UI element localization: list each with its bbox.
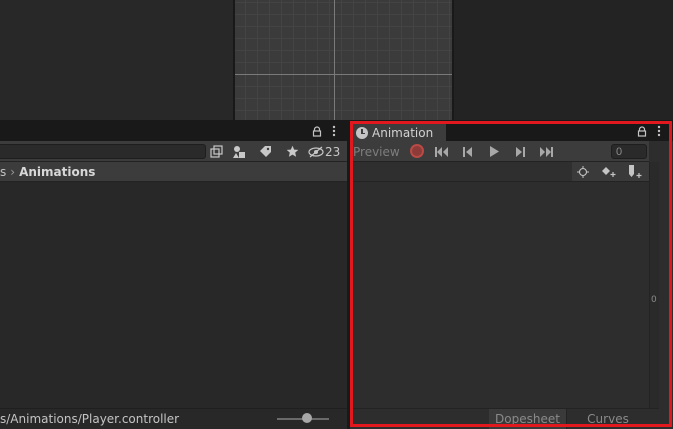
scene-axis-vertical — [334, 0, 335, 120]
hidden-count: 23 — [325, 144, 341, 159]
lock-icon[interactable] — [310, 123, 324, 139]
timeline-right-strip — [659, 141, 673, 429]
hidden-packages-toggle[interactable]: 23 — [308, 143, 344, 160]
tab-dopesheet[interactable]: Dopesheet — [489, 409, 567, 429]
breadcrumb-current[interactable]: Animations — [19, 165, 95, 179]
timeline-vertical-scrollbar[interactable] — [649, 162, 659, 408]
add-event-icon[interactable] — [624, 163, 646, 181]
hierarchy-panel — [0, 0, 233, 120]
breadcrumb: s › Animations — [0, 162, 347, 182]
search-input[interactable] — [0, 144, 206, 159]
next-key-icon[interactable] — [510, 143, 530, 160]
first-key-icon[interactable] — [432, 143, 452, 160]
prev-key-icon[interactable] — [458, 143, 478, 160]
clock-icon — [356, 126, 368, 139]
scene-view[interactable] — [235, 0, 452, 120]
breadcrumb-chevron-icon: › — [10, 164, 16, 179]
timeline-marker: 0 — [651, 295, 657, 305]
selected-asset-path: s/Animations/Player.controller — [0, 412, 180, 426]
lock-icon[interactable] — [635, 123, 649, 139]
tab-curves[interactable]: Curves — [568, 409, 648, 429]
tab-animation[interactable]: Animation — [352, 122, 446, 141]
add-keyframe-icon[interactable] — [598, 163, 620, 181]
scene-axis-horizontal — [235, 74, 452, 75]
filter-selected-icon[interactable] — [572, 163, 594, 181]
hidden-eye-icon — [308, 146, 324, 157]
project-tabbar — [0, 121, 347, 141]
breadcrumb-parent[interactable]: s — [0, 165, 6, 179]
favorite-star-icon[interactable] — [283, 143, 301, 160]
play-icon[interactable] — [484, 143, 504, 160]
tab-animation-label: Animation — [372, 125, 434, 140]
menu-icon[interactable] — [652, 123, 666, 139]
search-filter-icon[interactable] — [207, 143, 225, 160]
property-list-header — [350, 162, 572, 182]
label-tag-icon[interactable] — [256, 143, 274, 160]
inspector-panel — [454, 0, 673, 120]
last-key-icon[interactable] — [536, 143, 556, 160]
frame-field[interactable] — [611, 144, 647, 159]
menu-icon[interactable] — [327, 123, 341, 139]
record-icon[interactable] — [410, 144, 424, 158]
type-filter-icon[interactable] — [230, 143, 248, 160]
preview-button[interactable]: Preview — [353, 143, 400, 160]
